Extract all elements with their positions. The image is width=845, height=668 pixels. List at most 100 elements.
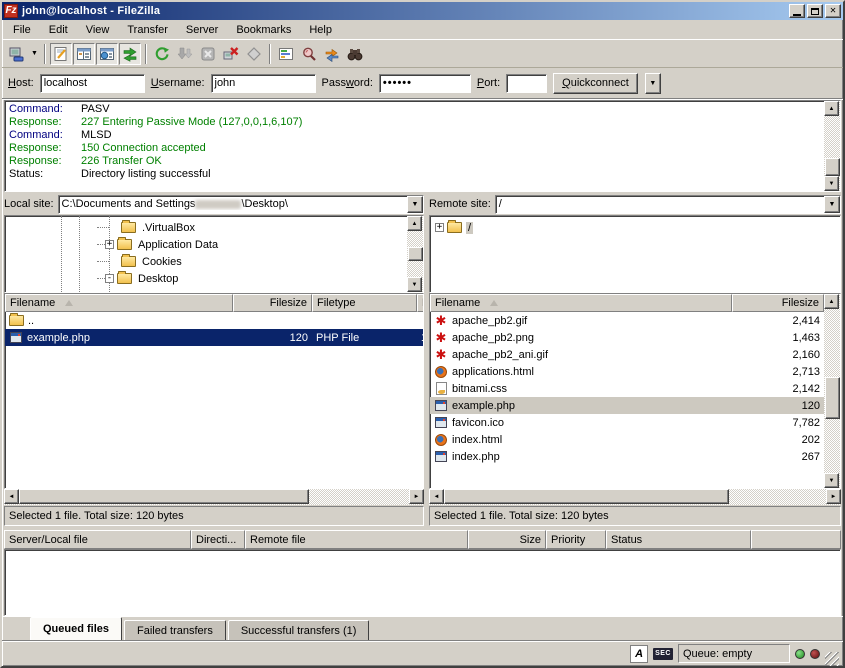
quickconnect-button[interactable]: Quickconnect	[553, 73, 638, 94]
toggle-remote-tree-button[interactable]	[96, 43, 118, 65]
tree-item-cookies[interactable]: Cookies	[5, 253, 407, 270]
column-filename[interactable]: Filename	[430, 294, 732, 312]
column-filetype[interactable]: Filetype	[312, 294, 417, 312]
combo-dropdown-icon[interactable]: ▼	[407, 196, 423, 213]
minimize-button[interactable]	[789, 4, 805, 18]
scrollbar-thumb[interactable]	[408, 247, 423, 261]
column-direction[interactable]: Directi...	[191, 530, 245, 549]
tree-item-desktop[interactable]: - Desktop	[5, 270, 407, 287]
file-row[interactable]: ✱apache_pb2_ani.gif 2,160	[430, 346, 824, 363]
tree-item-virtualbox[interactable]: .VirtualBox	[5, 219, 407, 236]
filename-filters-button[interactable]	[275, 43, 297, 65]
collapse-icon[interactable]: -	[105, 274, 114, 283]
process-queue-icon	[177, 46, 193, 62]
close-button[interactable]: ✕	[825, 4, 841, 18]
file-row[interactable]: favicon.ico 7,782	[430, 414, 824, 431]
scrollbar-thumb[interactable]	[825, 377, 840, 419]
cancel-operation-button[interactable]	[197, 43, 219, 65]
refresh-button[interactable]	[151, 43, 173, 65]
tree-item-application-data[interactable]: + Application Data	[5, 236, 407, 253]
column-filename[interactable]: Filename	[5, 294, 233, 312]
expand-icon[interactable]: +	[105, 240, 114, 249]
tree-item-root[interactable]: + /	[430, 219, 840, 236]
remote-path-combobox[interactable]: / ▼	[495, 195, 841, 214]
find-files-button[interactable]	[344, 43, 366, 65]
remote-list-vertical-scrollbar[interactable]: ▲ ▼	[824, 294, 840, 488]
site-manager-button[interactable]	[6, 43, 28, 65]
scroll-up-icon[interactable]: ▲	[824, 101, 839, 116]
queue-list[interactable]	[4, 549, 841, 616]
toggle-local-tree-button[interactable]	[73, 43, 95, 65]
firefox-file-icon	[434, 365, 448, 378]
file-row-parent-dir[interactable]: ..	[5, 312, 423, 329]
file-row[interactable]: ✱apache_pb2.gif 2,414	[430, 312, 824, 329]
local-tree-vertical-scrollbar[interactable]: ▲ ▼	[407, 216, 423, 292]
combo-dropdown-icon[interactable]: ▼	[824, 196, 840, 213]
toolbar: ▼	[2, 40, 843, 68]
menu-transfer[interactable]: Transfer	[118, 22, 177, 38]
file-row-example-php[interactable]: example.php 120 PHP File 1	[5, 329, 423, 346]
process-queue-button[interactable]	[174, 43, 196, 65]
scroll-left-icon[interactable]: ◄	[429, 489, 444, 504]
scrollbar-thumb[interactable]	[19, 489, 309, 504]
scroll-down-icon[interactable]: ▼	[407, 277, 422, 292]
resize-grip[interactable]	[825, 652, 839, 666]
cancel-icon	[200, 46, 216, 62]
file-row[interactable]: index.html 202	[430, 431, 824, 448]
disconnect-button[interactable]	[220, 43, 242, 65]
menu-bookmarks[interactable]: Bookmarks	[227, 22, 300, 38]
expand-icon[interactable]: +	[435, 223, 444, 232]
column-size[interactable]: Size	[468, 530, 546, 549]
column-remote-file[interactable]: Remote file	[245, 530, 468, 549]
tab-successful-transfers[interactable]: Successful transfers (1)	[228, 620, 370, 640]
reconnect-button[interactable]	[243, 43, 265, 65]
column-status[interactable]: Status	[606, 530, 751, 549]
menu-help[interactable]: Help	[300, 22, 341, 38]
synchronized-browsing-button[interactable]	[321, 43, 343, 65]
host-input[interactable]: localhost	[40, 74, 145, 93]
column-priority[interactable]: Priority	[546, 530, 606, 549]
menu-edit[interactable]: Edit	[40, 22, 77, 38]
log-line: Response:226 Transfer OK	[9, 155, 824, 168]
local-horizontal-scrollbar[interactable]: ◄ ►	[4, 489, 424, 505]
scrollbar-thumb[interactable]	[444, 489, 729, 504]
file-row[interactable]: applications.html 2,713	[430, 363, 824, 380]
scroll-left-icon[interactable]: ◄	[4, 489, 19, 504]
column-filesize[interactable]: Filesize	[233, 294, 312, 312]
scroll-right-icon[interactable]: ►	[409, 489, 424, 504]
port-input[interactable]	[506, 74, 547, 93]
file-row[interactable]: bitnami.css 2,142	[430, 380, 824, 397]
tab-queued-files[interactable]: Queued files	[30, 617, 122, 640]
column-last-modified[interactable]: L	[417, 294, 423, 312]
scroll-down-icon[interactable]: ▼	[824, 473, 839, 488]
local-path-combobox[interactable]: C:\Documents and Settings\Desktop\ ▼	[58, 195, 424, 214]
scrollbar-thumb[interactable]	[825, 158, 840, 176]
toolbar-separator	[145, 44, 147, 64]
file-row[interactable]: ✱apache_pb2.png 1,463	[430, 329, 824, 346]
maximize-button[interactable]	[807, 4, 823, 18]
remote-list-header: Filename Filesize	[430, 294, 824, 312]
menu-server[interactable]: Server	[177, 22, 227, 38]
ascii-datatype-icon[interactable]: A	[630, 645, 648, 663]
quickconnect-dropdown[interactable]: ▼	[645, 73, 661, 94]
scroll-right-icon[interactable]: ►	[826, 489, 841, 504]
file-row[interactable]: index.php 267	[430, 448, 824, 465]
site-manager-dropdown[interactable]: ▼	[29, 43, 40, 65]
toggle-transfer-queue-button[interactable]	[119, 43, 141, 65]
column-server-local-file[interactable]: Server/Local file	[4, 530, 191, 549]
directory-comparison-button[interactable]	[298, 43, 320, 65]
tab-failed-transfers[interactable]: Failed transfers	[124, 620, 226, 640]
security-indicator-icon[interactable]: SEC	[653, 648, 673, 660]
remote-horizontal-scrollbar[interactable]: ◄ ►	[429, 489, 841, 505]
log-vertical-scrollbar[interactable]: ▲ ▼	[824, 101, 840, 191]
toggle-message-log-button[interactable]	[50, 43, 72, 65]
file-row-example-php[interactable]: example.php 120	[430, 397, 824, 414]
scroll-up-icon[interactable]: ▲	[824, 294, 839, 309]
password-input[interactable]: ••••••	[379, 74, 471, 93]
column-filesize[interactable]: Filesize	[732, 294, 824, 312]
scroll-down-icon[interactable]: ▼	[824, 176, 839, 191]
menu-view[interactable]: View	[77, 22, 119, 38]
username-input[interactable]: john	[211, 74, 316, 93]
menu-file[interactable]: File	[4, 22, 40, 38]
scroll-up-icon[interactable]: ▲	[407, 216, 422, 231]
